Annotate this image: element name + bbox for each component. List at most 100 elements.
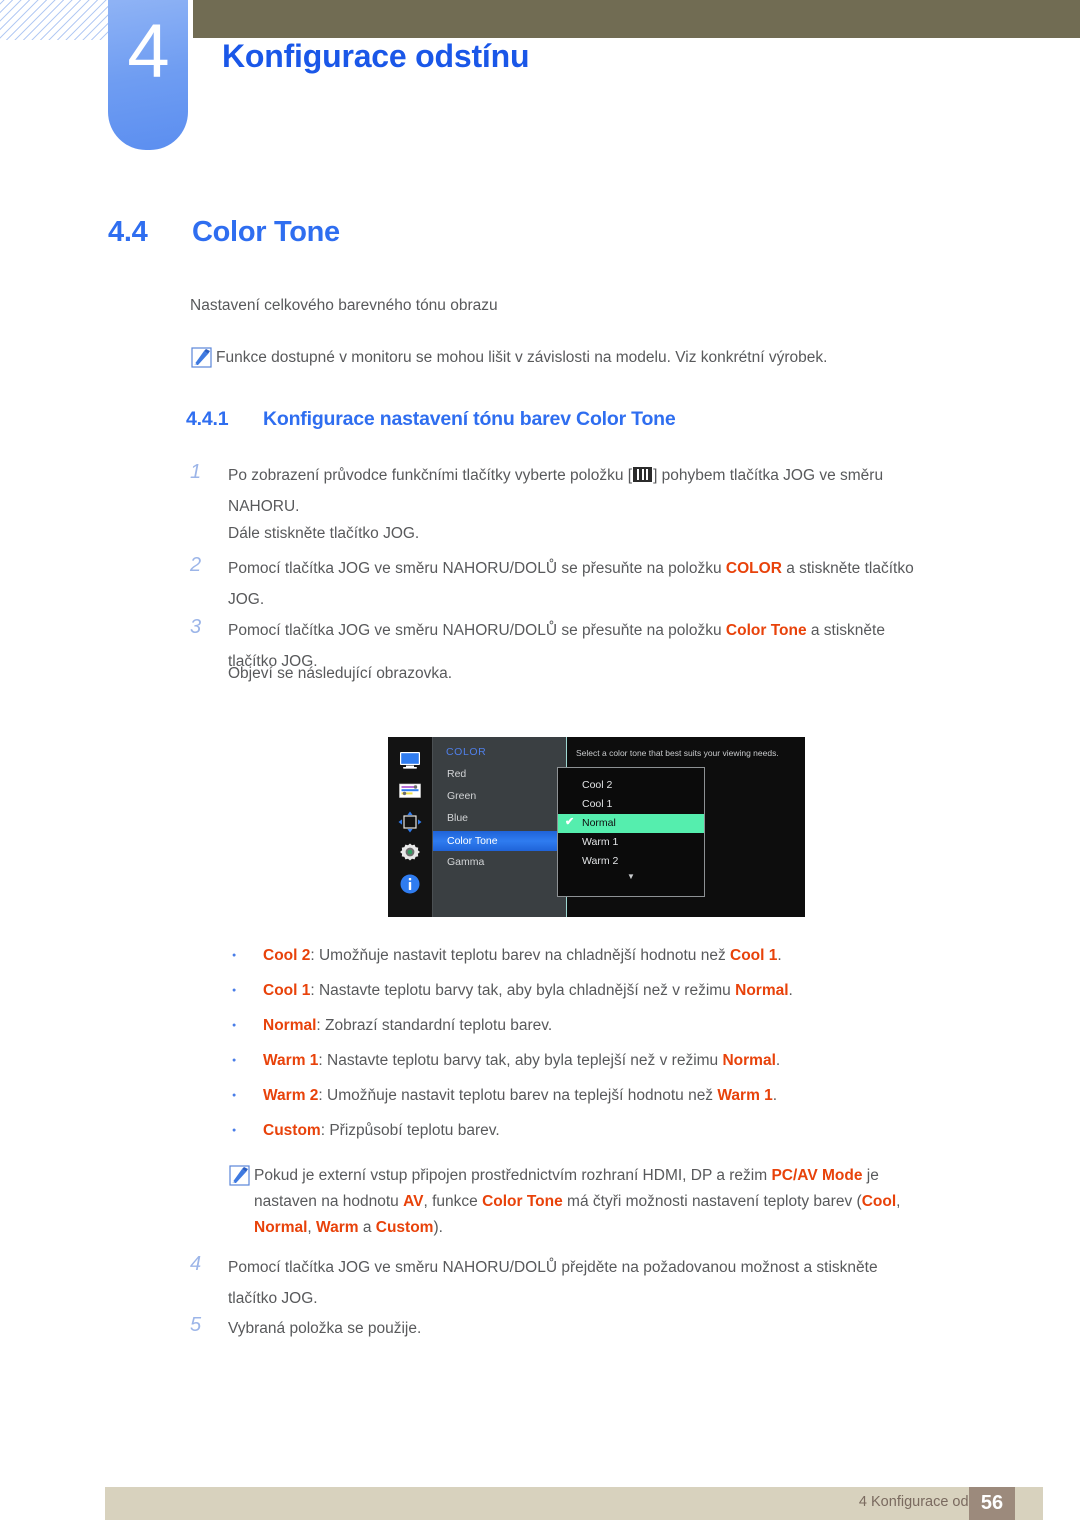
step-4-text: Pomocí tlačítka JOG ve směru NAHORU/DOLŮ… — [228, 1252, 878, 1314]
osd-dropdown: Cool 2 Cool 1 ✔ Normal Warm 1 Warm 2 ▼ — [557, 767, 705, 897]
bullet-rest-a: : Zobrazí standardní teplotu barev. — [316, 1017, 553, 1034]
osd-menu-item-blue[interactable]: Blue — [446, 811, 566, 825]
dropdown-item-warm-2[interactable]: Warm 2 — [558, 852, 704, 871]
bullet-rest-a: : Nastavte teplotu barvy tak, aby byla t… — [318, 1052, 723, 1069]
bullet-term2: Normal — [722, 1052, 776, 1069]
nb-l1-b: je — [862, 1167, 879, 1184]
check-icon: ✔ — [565, 816, 575, 828]
subsection-title: Konfigurace nastavení tónu barev Color T… — [263, 408, 676, 430]
note-top-text: Funkce dostupné v monitoru se mohou liši… — [216, 349, 828, 366]
step-1-subline: Dále stiskněte tlačítko JOG. — [228, 525, 420, 542]
bullet-dot-icon — [228, 1085, 263, 1107]
nb-l2-a: nastaven na hodnotu — [254, 1193, 404, 1210]
nb-l3-highlight-custom: Custom — [375, 1219, 434, 1236]
bullet-rest-a: : Nastavte teplotu barvy tak, aby byla c… — [310, 982, 736, 999]
bullet-text: Custom: Přizpůsobí teplotu barev. — [263, 1120, 500, 1142]
chapter-tab: 4 — [108, 0, 188, 150]
nb-l3-highlight-warm: Warm — [316, 1219, 359, 1236]
osd-menu-item-green[interactable]: Green — [446, 789, 566, 803]
bullet-rest-a: : Umožňuje nastavit teplotu barev na tep… — [318, 1087, 718, 1104]
step-5: 5 Vybraná položka se použije. — [190, 1313, 1020, 1344]
bullet-text: Normal: Zobrazí standardní teplotu barev… — [263, 1015, 552, 1037]
bullet-text: Warm 2: Umožňuje nastavit teplotu barev … — [263, 1085, 777, 1107]
header-olive-bar — [193, 0, 1080, 38]
step-5-text: Vybraná položka se použije. — [228, 1320, 422, 1337]
step-5-number: 5 — [190, 1314, 202, 1336]
chapter-number: 4 — [127, 9, 169, 94]
step-3-number: 3 — [190, 616, 202, 638]
section-heading: 4.4 Color Tone — [108, 216, 340, 249]
dropdown-item-normal[interactable]: ✔ Normal — [558, 814, 704, 833]
section-intro: Nastavení celkového barevného tónu obraz… — [190, 297, 498, 314]
note-pencil-icon — [190, 347, 216, 369]
bullet-rest-a: : Přizpůsobí teplotu barev. — [320, 1122, 500, 1139]
step-4: 4 Pomocí tlačítka JOG ve směru NAHORU/DO… — [190, 1252, 1020, 1314]
bullet-term: Warm 1 — [263, 1052, 319, 1069]
bullet-dot-icon — [228, 1120, 263, 1142]
step-1-number: 1 — [190, 461, 202, 483]
step-1-text-a: Po zobrazení průvodce funkčními tlačítky… — [228, 467, 633, 484]
nb-l2-b: , funkce — [423, 1193, 483, 1210]
nb-l1-a: Pokud je externí vstup připojen prostřed… — [254, 1167, 772, 1184]
list-item: Warm 1: Nastavte teplotu barvy tak, aby … — [228, 1050, 988, 1072]
dropdown-item-warm-1[interactable]: Warm 1 — [558, 833, 704, 852]
step-3-highlight: Color Tone — [725, 622, 807, 639]
nb-l3-c: ). — [433, 1219, 443, 1236]
step-1: 1 Po zobrazení průvodce funkčními tlačít… — [190, 460, 990, 522]
bullet-term: Normal — [263, 1017, 317, 1034]
chapter-title: Konfigurace odstínu — [222, 38, 530, 74]
move-arrows-icon — [397, 810, 423, 834]
bullet-dot-icon — [228, 1015, 263, 1037]
bullet-dot-icon — [228, 980, 263, 1002]
osd-menu-item-color-tone[interactable]: Color Tone — [433, 831, 566, 851]
step-2-highlight: COLOR — [725, 560, 782, 577]
dropdown-item-cool-2[interactable]: Cool 2 — [558, 776, 704, 795]
bullet-text: Cool 2: Umožňuje nastavit teplotu barev … — [263, 945, 782, 967]
step-2-number: 2 — [190, 554, 202, 576]
step-3-text-b: a stiskněte — [806, 622, 885, 639]
list-item: Cool 2: Umožňuje nastavit teplotu barev … — [228, 945, 988, 967]
bullet-dot-icon — [228, 1050, 263, 1072]
bullet-text: Warm 1: Nastavte teplotu barvy tak, aby … — [263, 1050, 780, 1072]
gear-icon — [397, 841, 423, 865]
info-icon — [397, 872, 423, 896]
step-1-text-c: NAHORU. — [228, 498, 300, 515]
step-3-text-a: Pomocí tlačítka JOG ve směru NAHORU/DOLŮ… — [228, 622, 726, 639]
osd-menu-item-gamma[interactable]: Gamma — [446, 855, 566, 869]
nb-l3-a: , — [307, 1219, 317, 1236]
osd-menu-title: COLOR — [446, 746, 487, 758]
bullet-text: Cool 1: Nastavte teplotu barvy tak, aby … — [263, 980, 793, 1002]
bullet-term2: Normal — [735, 982, 789, 999]
step-3-subline: Objeví se následující obrazovka. — [228, 665, 453, 682]
page-number: 56 — [969, 1487, 1015, 1520]
step-2-text-c: JOG. — [228, 591, 265, 608]
bullet-term: Cool 2 — [263, 947, 311, 964]
nb-l2-highlight-av: AV — [403, 1193, 424, 1210]
nb-l2-highlight-colortone: Color Tone — [482, 1193, 563, 1210]
step-2-text-b: a stiskněte tlačítko — [781, 560, 914, 577]
step-4-number: 4 — [190, 1253, 202, 1275]
osd-menu-item-red[interactable]: Red — [446, 767, 566, 781]
list-item: Custom: Přizpůsobí teplotu barev. — [228, 1120, 988, 1142]
bullet-term: Warm 2 — [263, 1087, 319, 1104]
dropdown-item-normal-label: Normal — [582, 817, 616, 829]
step-2-text: Pomocí tlačítka JOG ve směru NAHORU/DOLŮ… — [228, 553, 914, 615]
step-1-text: Po zobrazení průvodce funkčními tlačítky… — [228, 460, 883, 522]
nb-l1-highlight: PC/AV Mode — [771, 1167, 863, 1184]
subsection-number: 4.4.1 — [186, 408, 229, 430]
dropdown-item-cool-1[interactable]: Cool 1 — [558, 795, 704, 814]
list-item: Warm 2: Umožňuje nastavit teplotu barev … — [228, 1085, 988, 1107]
monitor-icon — [397, 748, 423, 772]
bullet-term: Custom — [263, 1122, 321, 1139]
chevron-down-icon[interactable]: ▼ — [558, 872, 704, 881]
osd-menu-panel: COLOR Red Green Blue Color Tone Gamma — [433, 737, 566, 917]
bullet-rest-b: . — [775, 1052, 781, 1069]
note-pencil-icon — [228, 1165, 254, 1187]
note-bottom-text: Pokud je externí vstup připojen prostřed… — [254, 1163, 900, 1241]
subsection-heading: 4.4.1 Konfigurace nastavení tónu barev Co… — [186, 408, 676, 431]
nb-l3-b: a — [358, 1219, 376, 1236]
step-2-text-a: Pomocí tlačítka JOG ve směru NAHORU/DOLŮ… — [228, 560, 726, 577]
bullet-term2: Warm 1 — [717, 1087, 773, 1104]
bullet-term: Cool 1 — [263, 982, 311, 999]
note-bottom: Pokud je externí vstup připojen prostřed… — [228, 1163, 968, 1241]
